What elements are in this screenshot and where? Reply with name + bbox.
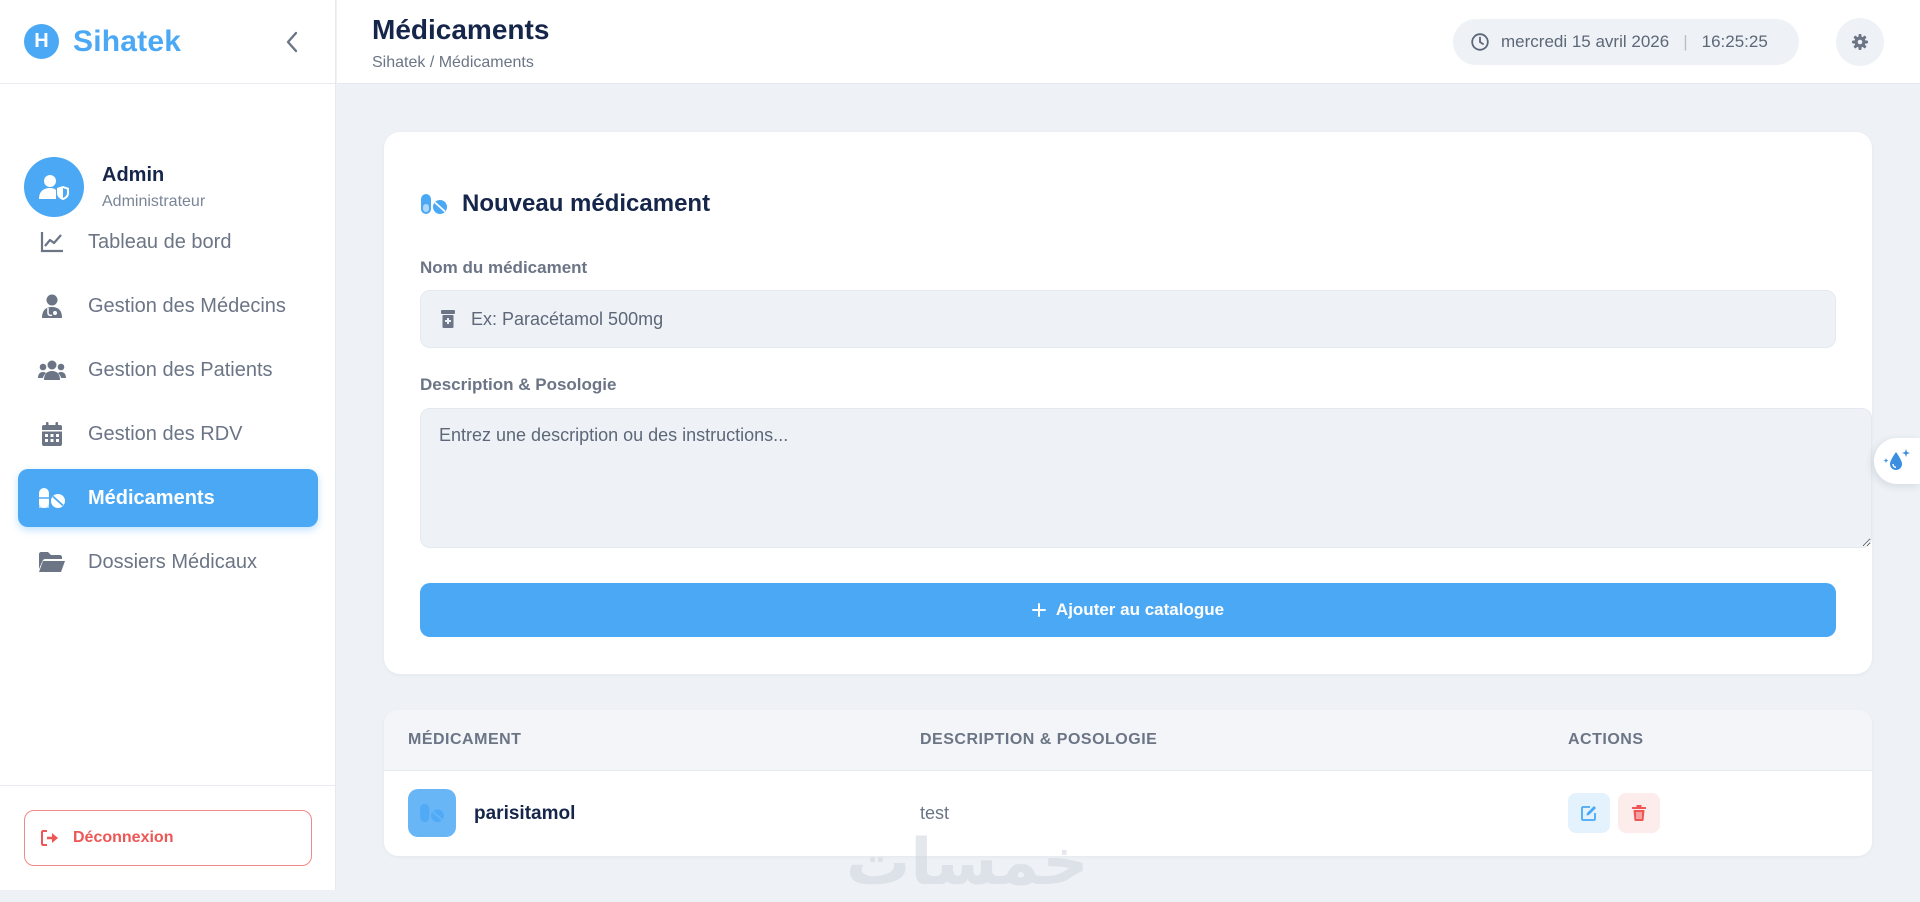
current-time: 16:25:25 bbox=[1701, 32, 1768, 51]
column-header-actions: ACTIONS bbox=[1568, 731, 1644, 748]
plus-icon bbox=[1031, 603, 1046, 617]
logout-label: Déconnexion bbox=[73, 829, 174, 846]
brand-name: Sihatek bbox=[73, 24, 182, 58]
sidebar-item-label: Gestion des Patients bbox=[88, 358, 273, 381]
sidebar-footer: Déconnexion bbox=[0, 785, 335, 890]
sidebar-item-medications[interactable]: Médicaments bbox=[18, 469, 318, 527]
chart-line-icon bbox=[38, 228, 66, 256]
users-icon bbox=[38, 356, 66, 384]
gear-icon bbox=[1852, 34, 1868, 50]
sidebar-item-label: Tableau de bord bbox=[88, 230, 232, 253]
new-medication-card: Nouveau médicament Nom du médicament Des… bbox=[384, 132, 1872, 674]
sidebar-item-medical-records[interactable]: Dossiers Médicaux bbox=[18, 533, 318, 591]
header: Médicaments Sihatek / Médicaments mercre… bbox=[337, 0, 1920, 84]
medication-name-input[interactable] bbox=[471, 308, 1771, 330]
brand-logo: H bbox=[24, 24, 59, 59]
column-header-medication: MÉDICAMENT bbox=[408, 731, 522, 748]
medication-description-cell: test bbox=[920, 803, 950, 823]
user-shield-icon bbox=[39, 175, 69, 200]
medication-name-field[interactable] bbox=[420, 290, 1836, 348]
edit-button[interactable] bbox=[1568, 793, 1610, 833]
folder-open-icon bbox=[38, 548, 66, 576]
description-label: Description & Posologie bbox=[420, 375, 617, 394]
user-name: Admin bbox=[102, 163, 165, 186]
trash-icon bbox=[1632, 805, 1646, 821]
description-textarea[interactable] bbox=[420, 408, 1872, 548]
collapse-sidebar-button[interactable] bbox=[279, 28, 305, 56]
sidebar: H Sihatek Admin Administrateur Tableau d… bbox=[0, 0, 336, 890]
sidebar-item-label: Gestion des RDV bbox=[88, 422, 243, 445]
sidebar-item-label: Gestion des Médecins bbox=[88, 294, 286, 317]
avatar bbox=[24, 157, 84, 217]
current-date: mercredi 15 avril 2026 bbox=[1501, 32, 1670, 51]
sidebar-nav: Tableau de bord Gestion des Médecins Ges… bbox=[18, 213, 318, 597]
medications-table: MÉDICAMENT DESCRIPTION & POSOLOGIE ACTIO… bbox=[384, 710, 1872, 856]
clock-icon bbox=[1471, 33, 1489, 51]
sidebar-item-label: Médicaments bbox=[88, 486, 215, 509]
add-button-label: Ajouter au catalogue bbox=[1055, 600, 1225, 619]
pills-icon bbox=[38, 484, 66, 512]
column-header-description: DESCRIPTION & POSOLOGIE bbox=[920, 731, 1158, 748]
chevron-left-icon bbox=[286, 31, 298, 53]
table-row: parisitamol test bbox=[384, 771, 1872, 856]
table-header: MÉDICAMENT DESCRIPTION & POSOLOGIE ACTIO… bbox=[384, 710, 1872, 771]
pills-icon bbox=[421, 194, 447, 214]
edit-icon bbox=[1581, 806, 1596, 821]
sidebar-item-patients[interactable]: Gestion des Patients bbox=[18, 341, 318, 399]
sign-out-icon bbox=[41, 830, 58, 846]
sidebar-item-appointments[interactable]: Gestion des RDV bbox=[18, 405, 318, 463]
delete-button[interactable] bbox=[1618, 793, 1660, 833]
floating-helper-button[interactable] bbox=[1874, 438, 1920, 484]
sidebar-item-doctors[interactable]: Gestion des Médecins bbox=[18, 277, 318, 335]
watermark: خمسات bbox=[846, 826, 1090, 900]
droplet-sparkle-icon bbox=[1883, 449, 1910, 470]
sidebar-item-label: Dossiers Médicaux bbox=[88, 550, 257, 573]
breadcrumb: Sihatek / Médicaments bbox=[372, 54, 534, 71]
card-title: Nouveau médicament bbox=[420, 190, 710, 218]
medication-icon-tile bbox=[408, 789, 456, 837]
settings-button[interactable] bbox=[1836, 18, 1884, 66]
page-title: Médicaments bbox=[372, 14, 550, 45]
datetime-display: mercredi 15 avril 2026 | 16:25:25 bbox=[1453, 19, 1799, 65]
calendar-icon bbox=[38, 420, 66, 448]
medication-name-cell: parisitamol bbox=[474, 803, 576, 824]
datetime-separator: | bbox=[1683, 32, 1688, 51]
user-doctor-icon bbox=[38, 292, 66, 320]
sidebar-item-dashboard[interactable]: Tableau de bord bbox=[18, 213, 318, 271]
card-title-text: Nouveau médicament bbox=[462, 190, 711, 217]
prescription-bottle-icon bbox=[441, 310, 455, 328]
user-role: Administrateur bbox=[102, 192, 206, 210]
pills-icon bbox=[420, 803, 444, 823]
medication-name-label: Nom du médicament bbox=[420, 258, 588, 277]
logout-button[interactable]: Déconnexion bbox=[24, 810, 312, 866]
add-to-catalog-button[interactable]: Ajouter au catalogue bbox=[420, 583, 1836, 637]
brand: H Sihatek bbox=[0, 0, 335, 84]
